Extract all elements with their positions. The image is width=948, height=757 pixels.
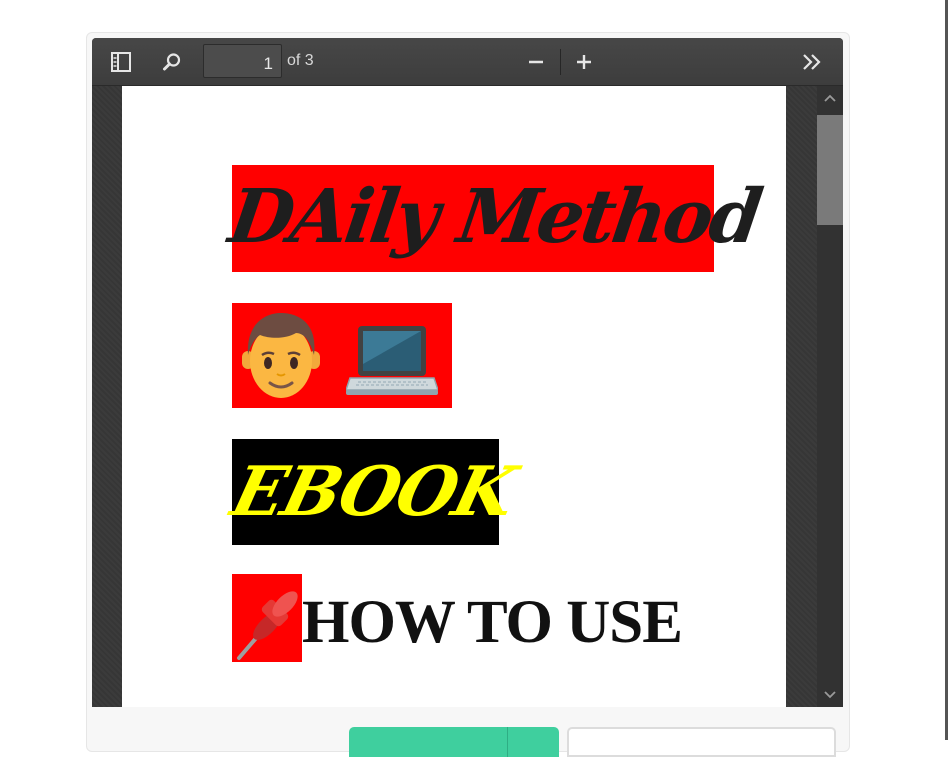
page-count-label: of 3	[287, 52, 314, 69]
scroll-up-button[interactable]	[817, 86, 843, 110]
search-button[interactable]	[157, 47, 187, 77]
page-number-input[interactable]	[203, 44, 282, 78]
scroll-thumb[interactable]	[817, 115, 843, 225]
double-chevron-right-icon	[803, 54, 821, 70]
tools-button[interactable]	[797, 47, 827, 77]
button-divider	[507, 727, 508, 757]
ebook-label: EBOOK	[224, 452, 523, 532]
vertical-scrollbar[interactable]	[817, 86, 843, 707]
plus-icon	[577, 55, 591, 69]
pdf-viewer: of 3 DAily Method	[92, 38, 843, 707]
scroll-down-button[interactable]	[817, 683, 843, 707]
secondary-button[interactable]	[567, 727, 836, 757]
download-button[interactable]	[349, 727, 559, 757]
zoom-divider	[560, 49, 561, 75]
search-icon	[163, 53, 181, 71]
zoom-out-button[interactable]	[521, 47, 551, 77]
minus-icon	[529, 60, 543, 64]
pushpin-icon	[237, 591, 298, 660]
sidebar-toggle-button[interactable]	[106, 47, 136, 77]
zoom-in-button[interactable]	[569, 47, 599, 77]
viewer-toolbar: of 3	[92, 38, 843, 86]
man-face-icon	[242, 313, 320, 398]
document-area[interactable]: DAily Method EBOOK HOW TO USE	[92, 86, 817, 707]
document-title: DAily Method	[224, 174, 765, 260]
pdf-page: DAily Method EBOOK HOW TO USE	[122, 86, 786, 707]
laptop-icon	[346, 326, 438, 395]
chevron-up-icon	[824, 94, 836, 102]
how-to-use-heading: HOW TO USE	[302, 589, 683, 656]
chevron-down-icon	[824, 691, 836, 699]
sidebar-toggle-icon	[111, 52, 131, 72]
